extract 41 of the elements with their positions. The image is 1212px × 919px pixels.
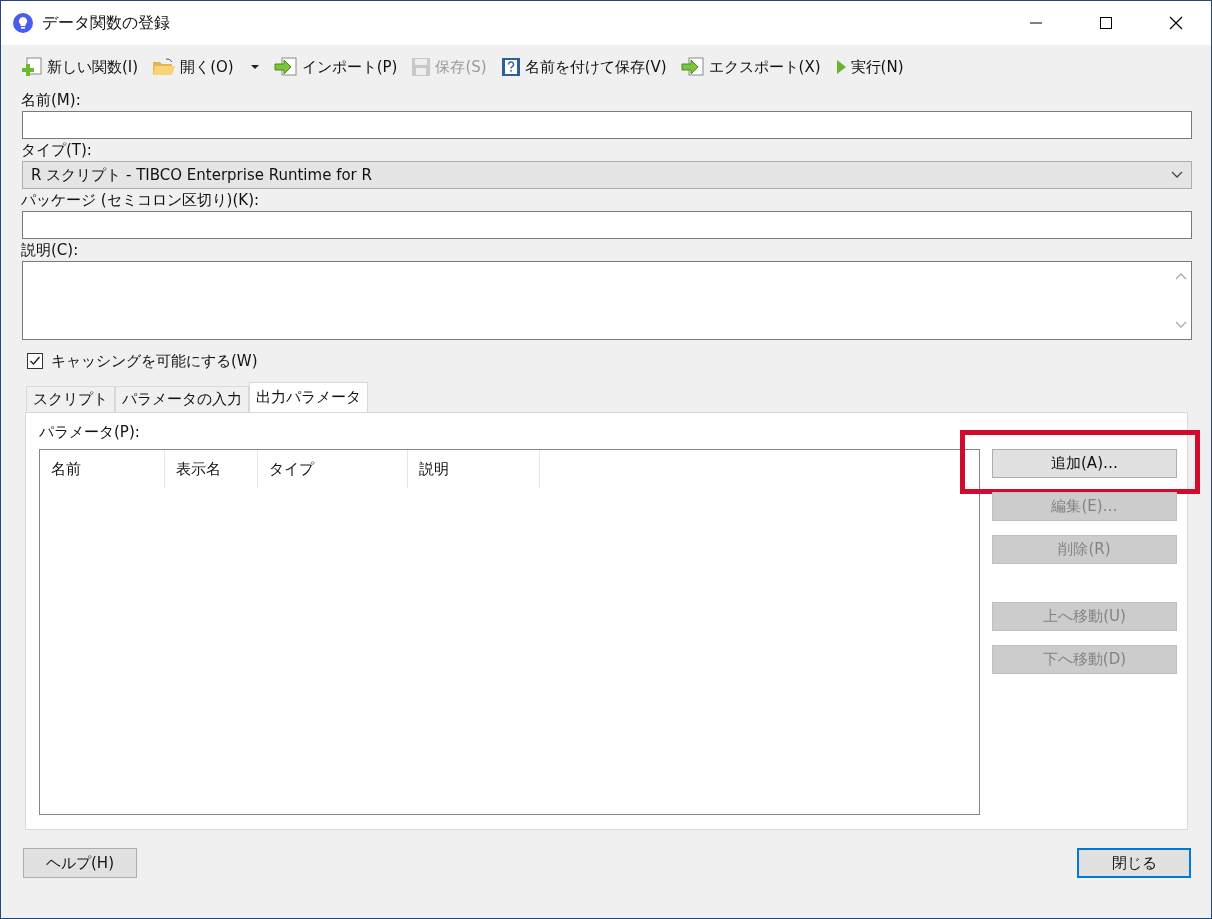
packages-input-field[interactable]	[22, 211, 1192, 239]
side-button[interactable]: 追加(A)…	[992, 449, 1177, 478]
close-icon[interactable]	[1169, 16, 1183, 30]
checkbox-label: キャッシングを可能にする(W)	[51, 351, 258, 371]
field-label: 説明(C):	[21, 240, 80, 261]
folder-icon	[152, 57, 177, 77]
dialog-button[interactable]: ヘルプ(H)	[23, 848, 137, 878]
chevron-down-icon	[1171, 171, 1183, 179]
type-dropdown[interactable]: R スクリプト - TIBCO Enterprise Runtime for R	[22, 161, 1192, 189]
toolbar-button[interactable]: 名前を付けて保存(V)	[500, 57, 667, 77]
chevron-down-icon[interactable]	[1175, 321, 1187, 329]
column-header[interactable]: 名前	[40, 450, 165, 488]
caret-icon	[249, 64, 260, 70]
checkbox[interactable]	[27, 353, 43, 369]
name-input-field[interactable]	[22, 111, 1192, 139]
tab[interactable]: 出力パラメータ	[249, 382, 368, 412]
column-header[interactable]: タイプ	[258, 450, 408, 488]
tab[interactable]: パラメータの入力	[115, 386, 249, 412]
toolbar-button[interactable]: 実行(N)	[834, 57, 904, 77]
parameter-list[interactable]: 名前 表示名 タイプ 説明	[39, 449, 980, 815]
maximize-icon[interactable]	[1099, 16, 1113, 30]
play-icon	[834, 58, 847, 76]
column-header[interactable]: 表示名	[165, 450, 258, 488]
window-title: データ関数の登録	[42, 12, 171, 34]
dialog-button[interactable]: 閉じる	[1077, 848, 1191, 878]
column-header[interactable]: 説明	[408, 450, 540, 488]
tab[interactable]: スクリプト	[26, 386, 115, 412]
arrow-right-icon	[273, 57, 298, 77]
description-text-area[interactable]	[22, 261, 1192, 340]
field-label: パッケージ (セミコロン区切り)(K):	[21, 190, 261, 211]
field-label: 名前(M):	[21, 90, 82, 111]
page-plus-icon	[21, 57, 43, 77]
arrow-right-icon	[680, 57, 705, 77]
toolbar-button[interactable]: 開く(O)	[152, 57, 260, 77]
toolbar-button[interactable]: インポート(P)	[273, 57, 398, 77]
toolbar-button[interactable]: 新しい関数(I)	[21, 57, 139, 77]
toolbar-button[interactable]: エクスポート(X)	[680, 57, 821, 77]
list-label: パラメータ(P):	[39, 422, 141, 443]
field-label: タイプ(T):	[21, 140, 93, 161]
lightbulb-icon	[12, 12, 34, 34]
chevron-up-icon[interactable]	[1175, 272, 1187, 280]
